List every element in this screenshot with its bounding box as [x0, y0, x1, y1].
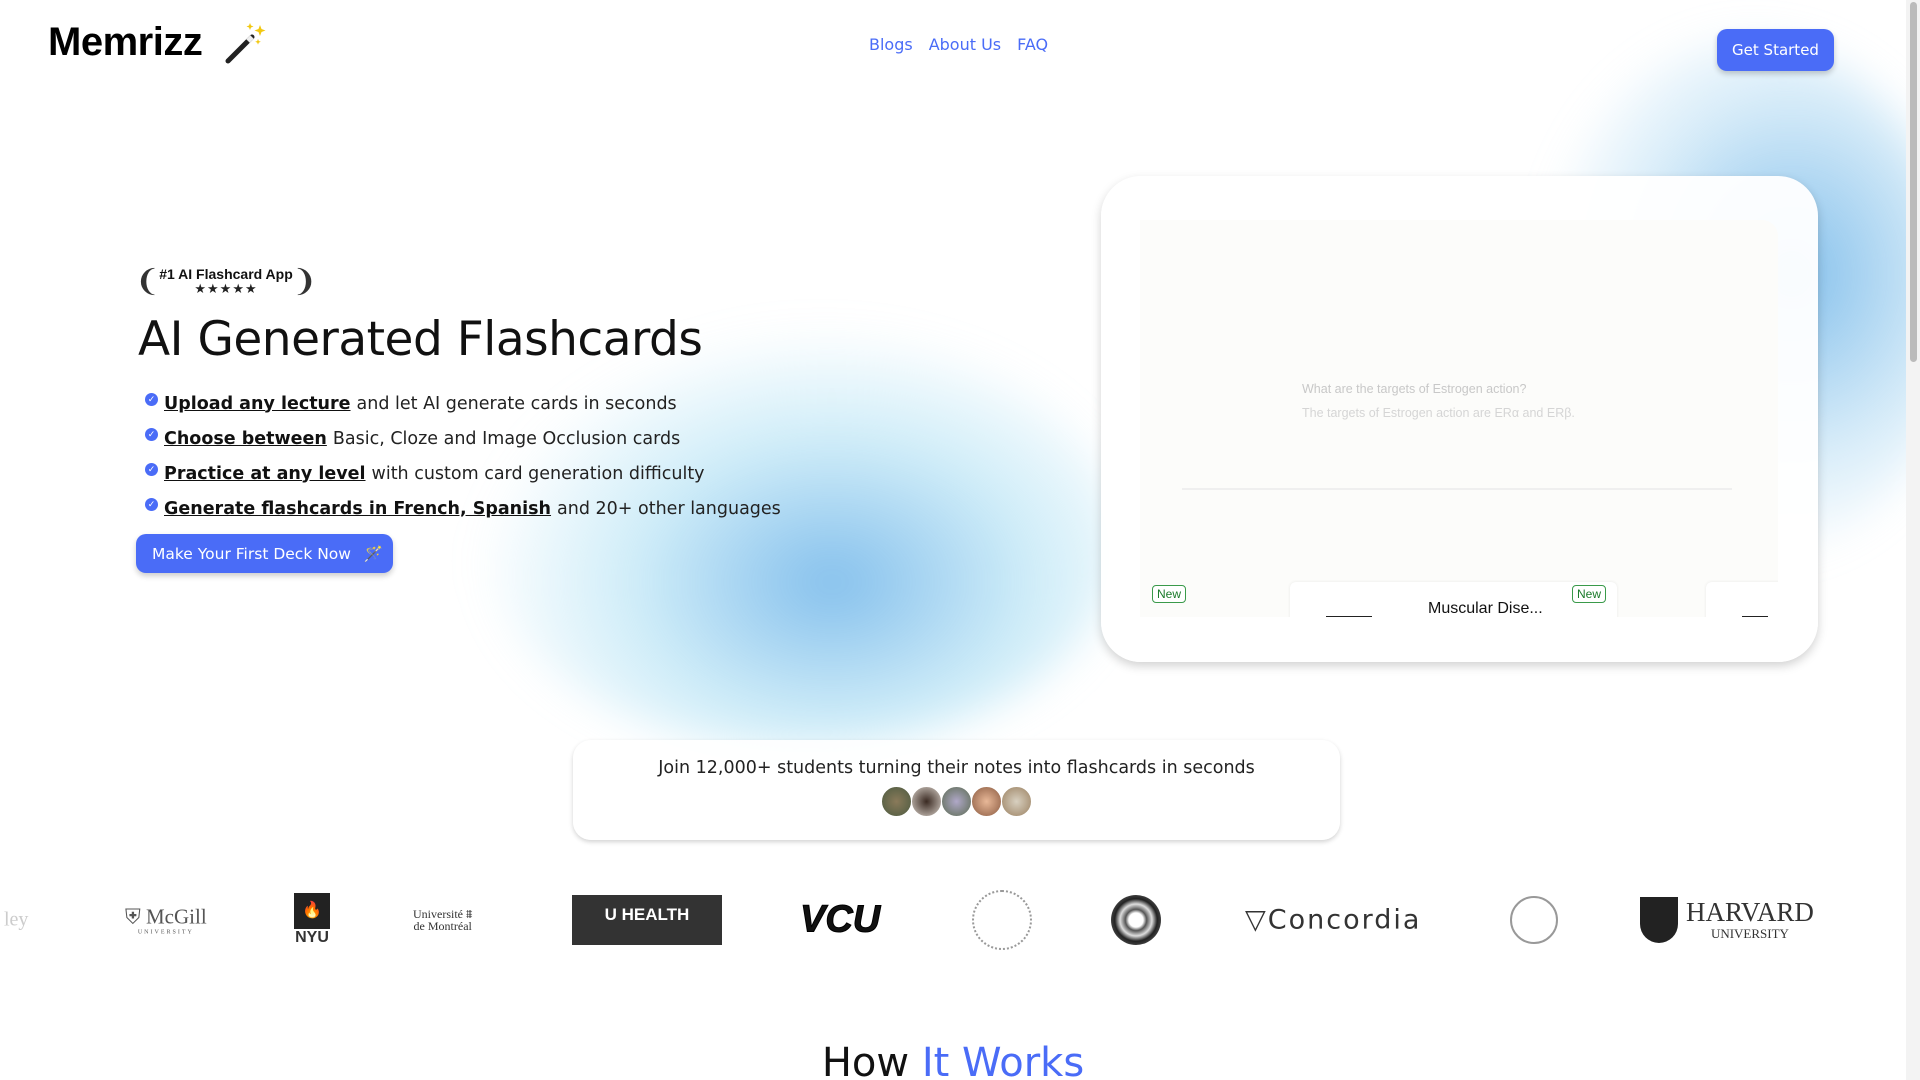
title-part: How	[821, 1040, 910, 1080]
divider	[1182, 488, 1732, 490]
logo-mcgill: ⛨ McGill UNIVERSITY	[125, 904, 207, 936]
badge-title: #1 AI Flashcard App	[159, 266, 293, 282]
get-started-button[interactable]: Get Started	[1717, 29, 1834, 71]
feature-link[interactable]: Choose between	[164, 429, 327, 449]
deck-dash	[1742, 616, 1768, 617]
brand-logo[interactable]: Memrizz	[48, 20, 270, 65]
feature-text: with custom card generation difficulty	[371, 463, 705, 484]
hero-title: AI Generated Flashcards	[138, 312, 703, 367]
scrollbar-thumb[interactable]	[1910, 2, 1917, 362]
social-proof-box: Join 12,000+ students turning their note…	[573, 740, 1340, 840]
how-it-works-title: How It Works	[0, 1040, 1906, 1080]
logo-utah-health: U HEALTH	[572, 895, 722, 945]
avatar	[940, 786, 972, 817]
logo-berkeley: ley	[4, 908, 29, 931]
feature-item: ✓ Generate flashcards in French, Spanish a…	[145, 491, 781, 526]
nav-faq[interactable]: FAQ	[1017, 35, 1048, 54]
landing-page: Memrizz Blogs About Us FAQ Get Started ❨…	[0, 0, 1920, 1080]
feature-list: ✓ Upload any lecture and let AI generate c…	[145, 386, 781, 526]
check-icon: ✓	[145, 498, 158, 511]
logo-concordia: ▽Concordia	[1245, 904, 1422, 936]
card-answer: The targets of Estrogen action are ERα a…	[1302, 406, 1575, 420]
new-badge: New	[1572, 585, 1607, 603]
check-icon: ✓	[145, 463, 158, 476]
title-accent: It Works	[921, 1040, 1085, 1080]
magic-wand-icon	[225, 22, 266, 63]
avatar-group	[573, 786, 1340, 817]
avatar	[970, 786, 1002, 817]
scrollbar[interactable]	[1906, 0, 1920, 1080]
logo-nyu: 🔥 NYU	[294, 893, 330, 947]
magic-wand-icon: 🪄	[363, 544, 384, 563]
logo-montreal: Université ⩩ de Montréal	[413, 907, 473, 933]
laurel-right-icon: ❩	[291, 264, 317, 299]
top-nav: Blogs About Us FAQ	[869, 35, 1048, 54]
logo-harvard: HARVARD UNIVERSITY	[1640, 897, 1814, 943]
nav-about-us[interactable]: About Us	[929, 35, 1001, 54]
logo-university-crest	[1510, 896, 1558, 944]
award-badge: ❨ ❩ #1 AI Flashcard App ★★★★★	[135, 262, 317, 304]
nav-blogs[interactable]: Blogs	[869, 35, 913, 54]
avatar	[910, 786, 942, 817]
flashcard-preview: What are the targets of Estrogen action?…	[1140, 220, 1778, 617]
university-logos: ley ⛨ McGill UNIVERSITY 🔥 NYU Université ⩩…	[0, 880, 1906, 960]
card-question: What are the targets of Estrogen action?	[1302, 382, 1527, 396]
feature-item: ✓ Choose between Basic, Cloze and Image Oc…	[145, 421, 781, 456]
feature-text: Basic, Cloze and Image Occlusion cards	[332, 428, 681, 449]
laurel-left-icon: ❨	[135, 264, 161, 299]
feature-text: and 20+ other languages	[557, 498, 781, 519]
logo-university-seal	[1111, 895, 1161, 945]
feature-link[interactable]: Practice at any level	[164, 464, 366, 484]
cta-label: Make Your First Deck Now	[152, 544, 351, 563]
feature-link[interactable]: Upload any lecture	[164, 394, 351, 414]
feature-text: and let AI generate cards in seconds	[356, 393, 677, 414]
feature-item: ✓ Upload any lecture and let AI generate c…	[145, 386, 781, 421]
logo-college-seal	[972, 890, 1032, 950]
deck-title: Muscular Dise...	[1428, 600, 1543, 617]
logo-vcu: VCU	[799, 898, 881, 941]
new-badge: New	[1152, 585, 1187, 603]
feature-item: ✓ Practice at any level with custom card g…	[145, 456, 781, 491]
make-first-deck-button[interactable]: Make Your First Deck Now 🪄	[136, 534, 393, 573]
avatar	[880, 786, 912, 817]
check-icon: ✓	[145, 428, 158, 441]
deck-card[interactable]	[1706, 582, 1778, 617]
avatar	[1000, 786, 1032, 817]
social-proof-text: Join 12,000+ students turning their note…	[658, 758, 1255, 778]
star-rating: ★★★★★	[194, 282, 258, 297]
deck-card[interactable]: Muscular Dise... New	[1290, 582, 1617, 617]
brand-name: Memrizz	[48, 20, 203, 64]
deck-dash	[1326, 616, 1372, 617]
deck-carousel: New Muscular Dise... New	[1140, 582, 1778, 617]
feature-link[interactable]: Generate flashcards in French, Spanish	[164, 499, 551, 519]
flashcard-demo: What are the targets of Estrogen action?…	[1101, 176, 1818, 662]
check-icon: ✓	[145, 393, 158, 406]
